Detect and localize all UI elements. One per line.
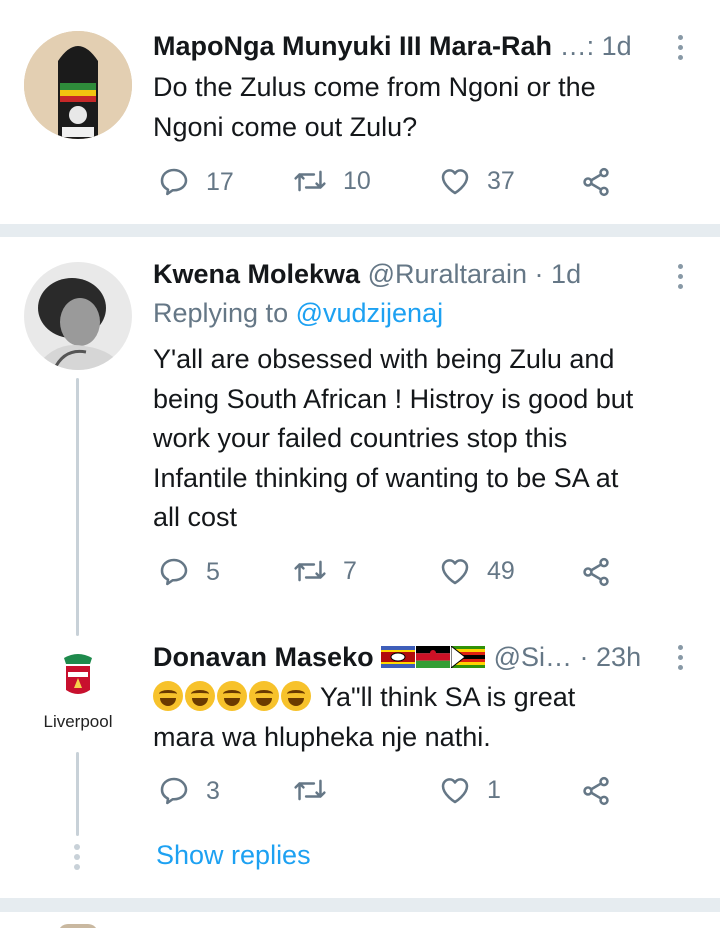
tweet-header: MapoNga Munyuki III Mara-Rah …: 1d [153, 31, 632, 61]
thread-line [76, 378, 79, 636]
retweet-count: 10 [343, 166, 371, 195]
flags [374, 642, 494, 672]
author-name[interactable]: Kwena Molekwa [153, 259, 360, 289]
share-button[interactable] [580, 166, 612, 198]
more-options-icon[interactable] [675, 645, 685, 675]
heart-icon [441, 778, 469, 804]
reply-icon [160, 558, 188, 586]
reply-count: 17 [206, 167, 234, 196]
reply-icon [160, 777, 188, 805]
tweet-actions: 5 7 49 [158, 556, 618, 596]
more-options-icon[interactable] [675, 35, 685, 65]
reply-button[interactable]: 17 [158, 166, 234, 198]
tweet-header: Donavan Maseko @Si… · 23h [153, 642, 642, 672]
retweet-button[interactable]: 10 [293, 166, 371, 196]
thread-dots [74, 844, 81, 870]
timestamp[interactable]: 23h [596, 642, 641, 672]
tweet-text: Y'all are obsessed with being Zulu and b… [153, 344, 634, 532]
share-button[interactable] [580, 775, 612, 807]
share-icon [583, 776, 609, 806]
tweet-actions: 3 1 [158, 775, 618, 815]
like-count: 49 [487, 556, 515, 585]
retweet-icon [294, 779, 326, 801]
thread-line [76, 752, 79, 836]
share-button[interactable] [580, 556, 612, 588]
laughing-emoji-icon [153, 681, 183, 711]
retweet-count: 7 [343, 556, 357, 585]
retweet-button[interactable]: 7 [293, 556, 357, 586]
share-icon [583, 557, 609, 587]
reply-count: 5 [206, 557, 220, 586]
author-handle[interactable]: @Ruraltarain [368, 259, 527, 289]
tweet-actions: 17 10 37 [158, 166, 618, 206]
author-handle[interactable]: … [560, 31, 587, 61]
tweet-text: Ya"ll think SA is great mara wa hlupheka… [153, 681, 576, 752]
reply-button[interactable]: 5 [158, 556, 220, 588]
reply-button[interactable]: 3 [158, 775, 220, 807]
like-count: 1 [487, 775, 501, 804]
eswatini-flag-icon [381, 646, 416, 668]
heart-icon [441, 559, 469, 585]
tweet-header: Kwena Molekwa @Ruraltarain · 1d [153, 259, 582, 289]
tweet-separator [0, 224, 720, 237]
retweet-icon [294, 560, 326, 582]
mention-link[interactable]: @vudzijenaj [296, 298, 444, 328]
tweet-text: Do the Zulus come from Ngoni or the Ngon… [153, 72, 596, 142]
malawi-flag-icon [416, 646, 451, 668]
reply-icon [160, 168, 188, 196]
laughing-emoji-icon [249, 681, 279, 711]
tweet-separator [0, 898, 720, 912]
timestamp[interactable]: 1d [602, 31, 632, 61]
like-button[interactable]: 1 [439, 775, 501, 805]
avatar[interactable] [24, 31, 132, 139]
more-options-icon[interactable] [675, 264, 685, 294]
heart-icon [441, 169, 469, 195]
retweet-icon [294, 170, 326, 192]
author-handle[interactable]: @Si… [494, 642, 572, 672]
timestamp[interactable]: 1d [551, 259, 581, 289]
avatar[interactable]: Liverpool [24, 642, 132, 750]
avatar[interactable] [24, 262, 132, 370]
reply-count: 3 [206, 776, 220, 805]
retweet-button[interactable] [293, 775, 343, 805]
author-name[interactable]: MapoNga Munyuki III Mara-Rah [153, 31, 552, 61]
share-icon [583, 167, 609, 197]
author-name[interactable]: Donavan Maseko [153, 642, 374, 672]
replying-to: Replying to @vudzijenaj [153, 298, 444, 328]
laughing-emoji-icon [217, 681, 247, 711]
show-replies-link[interactable]: Show replies [156, 840, 311, 871]
next-tweet-avatar [58, 924, 98, 928]
avatar-caption: Liverpool [43, 712, 113, 731]
laughing-emoji-icon [281, 681, 311, 711]
like-button[interactable]: 49 [439, 556, 515, 586]
like-count: 37 [487, 166, 515, 195]
like-button[interactable]: 37 [439, 166, 515, 196]
zimbabwe-flag-icon [451, 646, 486, 668]
laughing-emoji-icon [185, 681, 215, 711]
